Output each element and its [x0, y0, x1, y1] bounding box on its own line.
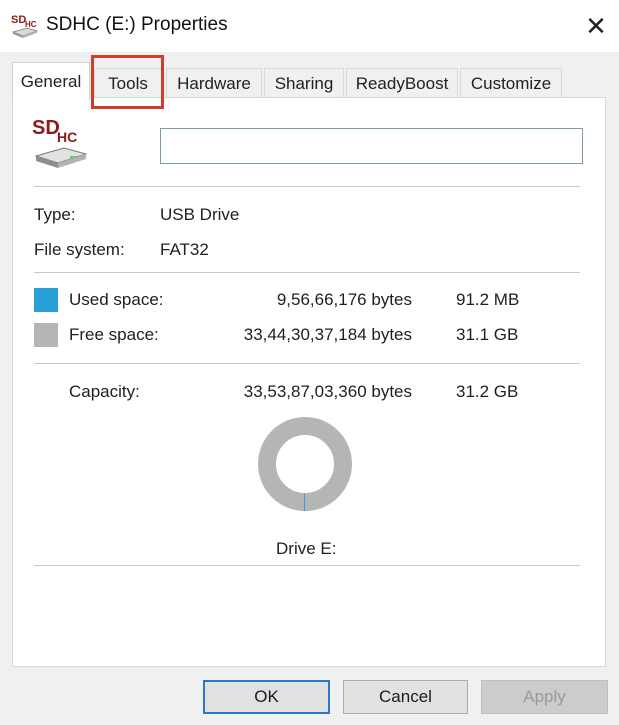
separator — [34, 363, 580, 364]
free-space-bytes: 33,44,30,37,184 bytes — [243, 325, 412, 344]
separator — [34, 186, 580, 187]
window-title: SDHC (E:) Properties — [46, 14, 228, 35]
tab-readyboost[interactable]: ReadyBoost — [346, 68, 458, 98]
close-icon: ✕ — [585, 10, 607, 41]
sdhc-card-icon: SD HC — [11, 14, 39, 38]
capacity-size: 31.2 GB — [456, 382, 519, 401]
drive-icon-sd-text: SD — [32, 117, 60, 139]
free-space-size: 31.1 GB — [456, 325, 519, 344]
properties-dialog: SD HC SDHC (E:) Properties ✕ General Too… — [0, 0, 619, 725]
filesystem-value: FAT32 — [160, 240, 209, 259]
tab-general[interactable]: General — [12, 62, 90, 100]
drive-caption: Drive E: — [276, 539, 337, 558]
free-space-label: Free space: — [69, 325, 159, 344]
tab-readyboost-label: ReadyBoost — [355, 73, 449, 93]
used-space-size: 91.2 MB — [456, 290, 520, 309]
type-value: USB Drive — [160, 205, 240, 224]
capacity-bytes: 33,53,87,03,360 bytes — [243, 382, 412, 401]
tab-hardware-label: Hardware — [177, 73, 251, 93]
close-button[interactable]: ✕ — [573, 0, 619, 52]
separator — [34, 565, 580, 566]
tab-tools[interactable]: Tools — [94, 68, 162, 98]
used-space-swatch — [34, 288, 58, 312]
tab-general-label: General — [20, 71, 82, 91]
ok-button[interactable]: OK — [203, 680, 330, 714]
apply-button[interactable]: Apply — [481, 680, 608, 714]
tab-customize-label: Customize — [470, 73, 552, 93]
title-bar: SD HC SDHC (E:) Properties ✕ — [0, 0, 619, 52]
tab-sharing[interactable]: Sharing — [264, 68, 344, 98]
tab-sharing-label: Sharing — [274, 73, 334, 93]
tab-customize[interactable]: Customize — [460, 68, 562, 98]
volume-label-input[interactable] — [160, 128, 583, 164]
tab-tools-label: Tools — [108, 73, 148, 93]
cancel-button[interactable]: Cancel — [343, 680, 468, 714]
used-space-label: Used space: — [69, 290, 164, 309]
sd-card-drive-icon: SD HC — [32, 117, 88, 168]
free-space-ring — [258, 417, 352, 511]
disk-usage-donut-chart — [258, 417, 352, 511]
tab-hardware[interactable]: Hardware — [166, 68, 262, 98]
capacity-label: Capacity: — [69, 382, 140, 401]
free-space-swatch — [34, 323, 58, 347]
filesystem-label: File system: — [34, 240, 125, 259]
separator — [34, 272, 580, 273]
type-label: Type: — [34, 205, 76, 224]
svg-text:HC: HC — [25, 20, 37, 29]
used-space-bytes: 9,56,66,176 bytes — [276, 290, 412, 309]
drive-icon-hc-text: HC — [57, 129, 77, 145]
